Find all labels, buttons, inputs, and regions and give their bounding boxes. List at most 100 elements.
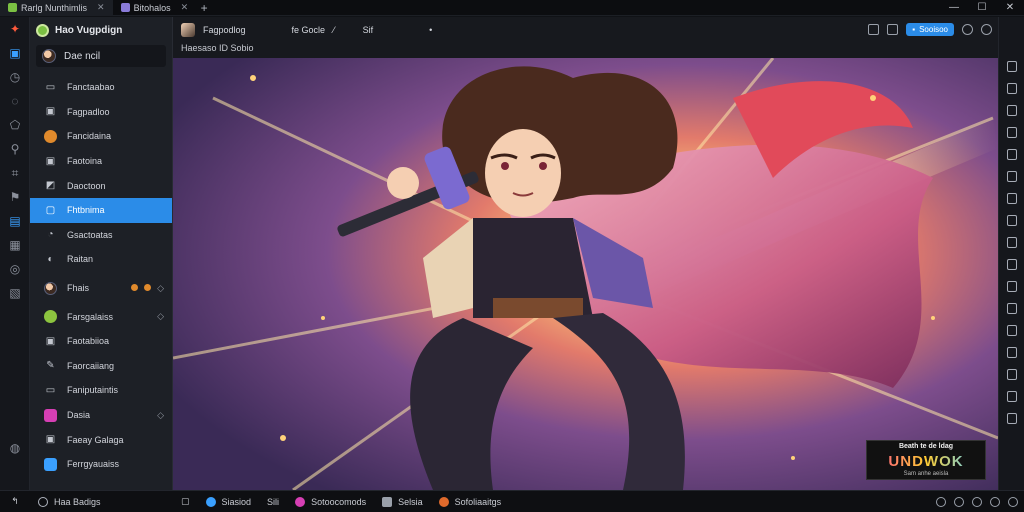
sidebar-item-8[interactable]: Fhais ◇ (30, 276, 172, 301)
app-dot-icon (295, 496, 306, 507)
back-button[interactable]: ↰ (0, 491, 30, 512)
diamond-icon[interactable]: ◇ (157, 311, 164, 322)
status-dot-icon (44, 408, 57, 422)
sidebar-item-label: Fhtbnima (67, 205, 105, 216)
tool-icon[interactable] (1006, 171, 1017, 182)
sidebar-item-label: Fagpadloo (67, 106, 110, 117)
bottom-item-3[interactable]: Selsia (374, 491, 431, 512)
maximize-button[interactable]: ☐ (968, 0, 996, 16)
circle-icon[interactable] (1008, 497, 1018, 507)
tool-icon[interactable] (1006, 369, 1017, 380)
tool-icon[interactable] (1006, 281, 1017, 292)
user-selector[interactable]: Dae ncil (36, 45, 166, 67)
bottom-item-1[interactable]: Sili (259, 491, 287, 512)
item-actions[interactable]: ◇ (131, 283, 164, 294)
tool-icon[interactable] (1006, 83, 1017, 94)
sidebar-item-label: Faorcaiiang (67, 360, 115, 371)
right-tool-rail (998, 17, 1024, 490)
pill-label: Sooisoo (919, 25, 948, 34)
sidebar-item-15[interactable]: Ferrgyauaiss (30, 452, 172, 477)
tag-icon[interactable]: ⌗ (0, 161, 30, 185)
circle-icon[interactable]: ◎ (0, 257, 30, 281)
home-icon[interactable]: ▣ (0, 41, 30, 65)
sidebar-item-1[interactable]: ▣ Fagpadloo (30, 100, 172, 125)
sidebar-item-10[interactable]: ▣ Faotabiioa (30, 329, 172, 354)
sidebar-item-2[interactable]: Fancidaina (30, 124, 172, 149)
layers-icon[interactable]: ▤ (0, 209, 30, 233)
browser-tab-1[interactable]: Rarlg Nunthimlis ✕ (0, 0, 113, 16)
gear-icon[interactable] (981, 24, 992, 35)
tool-icon[interactable] (1006, 413, 1017, 424)
watermark-logo: Beath te de ldag UNDWOK Sam anhe aeisla (866, 440, 986, 480)
header-tab-1[interactable]: fe Gocle (292, 25, 326, 35)
tool-icon[interactable] (1006, 237, 1017, 248)
sidebar-item-3[interactable]: ▣ Faotoina (30, 149, 172, 174)
circle-icon[interactable] (954, 497, 964, 507)
circle-icon[interactable] (936, 497, 946, 507)
tool-icon[interactable] (1006, 105, 1017, 116)
book-icon: ▭ (45, 81, 56, 93)
tool-icon[interactable] (1006, 61, 1017, 72)
tool-icon[interactable] (1006, 325, 1017, 336)
new-tab-button[interactable]: + (196, 0, 212, 16)
app-dot-icon (438, 496, 449, 507)
panel-icon[interactable] (887, 24, 899, 35)
header-tab-2[interactable]: ⁄ (333, 25, 335, 35)
sidebar-item-12[interactable]: ▭ Faniputaintis (30, 378, 172, 403)
sidebar-item-13[interactable]: Dasia ◇ (30, 403, 172, 428)
sidebar-item-label: Faotabiioa (67, 336, 110, 347)
bottom-square-button[interactable]: ▢ (173, 491, 198, 512)
bottom-item-0[interactable]: Siasiod (198, 491, 260, 512)
tool-icon[interactable] (1006, 259, 1017, 270)
help-icon[interactable]: ◍ (0, 436, 30, 460)
image-icon[interactable]: ▧ (0, 281, 30, 305)
tab-close-icon[interactable]: ✕ (181, 2, 189, 13)
sidebar-item-14[interactable]: ▣ Faeay Galaga (30, 427, 172, 452)
sidebar-item-9[interactable]: Farsgalaiss ◇ (30, 304, 172, 329)
close-button[interactable]: ✕ (996, 0, 1024, 16)
chat-icon[interactable]: ◌ (0, 89, 30, 113)
tool-icon[interactable] (1006, 215, 1017, 226)
header-tab-0[interactable]: Fagpodlog (203, 25, 246, 35)
sidebar-item-7[interactable]: ◐ Raitan (30, 247, 172, 272)
search-icon[interactable]: ⚲ (0, 137, 30, 161)
clock-icon[interactable]: ◷ (0, 65, 30, 89)
folder-icon[interactable]: ⬠ (0, 113, 30, 137)
sidebar-item-5[interactable]: ▢ Fhtbnima (30, 197, 172, 223)
tool-icon[interactable] (1006, 193, 1017, 204)
grid-icon[interactable]: ▦ (0, 233, 30, 257)
circle-icon[interactable] (972, 497, 982, 507)
tab-close-icon[interactable]: ✕ (97, 2, 105, 13)
tool-icon[interactable] (1006, 149, 1017, 160)
tool-icon[interactable] (1006, 303, 1017, 314)
watermark-top: Beath te de ldag (898, 443, 954, 450)
artwork-canvas[interactable]: Beath te de ldag UNDWOK Sam anhe aeisla (173, 58, 998, 490)
sidebar-item-4[interactable]: ◩ Daoctoon (30, 173, 172, 198)
chat-icon: ◔ (47, 229, 54, 241)
sidebar-item-11[interactable]: ✎ Faorcaiiang (30, 354, 172, 379)
sidebar-item-6[interactable]: ◔ Gsactoatas (30, 223, 172, 248)
sidebar-header: Hao Vugpdign (30, 17, 172, 43)
header-tab-4[interactable]: • (429, 25, 432, 35)
square-icon: ▭ (45, 384, 56, 396)
content-header: Fagpodlog fe Gocle ⁄ Sif • Haesaso ID So… (173, 17, 998, 58)
sidebar-item-label: Faeay Galaga (67, 434, 124, 445)
tool-icon[interactable] (1006, 391, 1017, 402)
status-dot-icon (44, 310, 57, 324)
header-tab-3[interactable]: Sif (363, 25, 374, 35)
diamond-icon[interactable]: ◇ (157, 410, 164, 421)
brand-icon[interactable]: ✦ (0, 17, 30, 41)
action-pill-button[interactable]: ▪ Sooisoo (906, 23, 954, 36)
settings-icon[interactable] (962, 24, 973, 35)
flag-icon[interactable]: ⚑ (0, 185, 30, 209)
minimize-button[interactable]: — (940, 0, 968, 16)
circle-icon[interactable] (990, 497, 1000, 507)
bottom-item-2[interactable]: Sotoocomods (287, 491, 374, 512)
status-item[interactable]: Haa Badigs (30, 491, 173, 512)
tool-icon[interactable] (1006, 127, 1017, 138)
browser-tab-2[interactable]: Bitohalos ✕ (113, 0, 197, 16)
tool-icon[interactable] (1006, 347, 1017, 358)
window-icon[interactable] (868, 24, 880, 35)
sidebar-item-0[interactable]: ▭ Fanctaabao (30, 75, 172, 100)
bottom-item-4[interactable]: Sofoliaaitgs (431, 491, 510, 512)
